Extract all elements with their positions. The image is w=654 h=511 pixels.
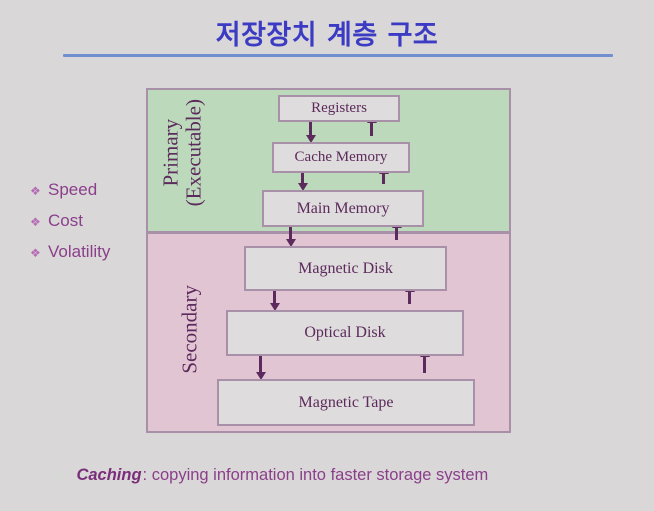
arrow-magnetic-disk-to-main bbox=[391, 220, 402, 240]
diamond-bullet-icon: ❖ bbox=[30, 184, 41, 198]
arrow-magnetic-disk-to-optical bbox=[269, 291, 280, 311]
band-label-line1: Primary bbox=[158, 118, 183, 187]
storage-hierarchy-diagram: Primary (Executable) Secondary Registers… bbox=[146, 88, 511, 433]
diamond-bullet-icon: ❖ bbox=[30, 215, 41, 229]
attribute-bullet-list: ❖ Speed ❖ Cost ❖ Volatility bbox=[30, 180, 150, 273]
title-underline-rule bbox=[63, 54, 613, 57]
bullet-label: Cost bbox=[48, 211, 83, 230]
bullet-item-cost: ❖ Cost bbox=[30, 211, 150, 231]
node-magnetic-tape[interactable]: Magnetic Tape bbox=[217, 379, 475, 426]
diamond-bullet-icon: ❖ bbox=[30, 246, 41, 260]
star-bullet-icon: ☆ bbox=[53, 467, 67, 484]
node-optical-disk[interactable]: Optical Disk bbox=[226, 310, 464, 356]
arrow-cache-to-registers bbox=[366, 115, 377, 136]
arrow-cache-to-main bbox=[297, 173, 308, 191]
node-main-memory[interactable]: Main Memory bbox=[262, 190, 424, 227]
arrow-main-to-cache bbox=[378, 166, 389, 184]
node-magnetic-disk[interactable]: Magnetic Disk bbox=[244, 246, 447, 291]
slide-canvas: 저장장치 계층 구조 ❖ Speed ❖ Cost ❖ Volatility P… bbox=[0, 0, 654, 511]
bullet-item-speed: ❖ Speed bbox=[30, 180, 150, 200]
arrow-registers-to-cache bbox=[305, 122, 316, 143]
caption-term: Caching bbox=[76, 466, 142, 484]
bullet-label: Speed bbox=[48, 180, 98, 199]
page-title: 저장장치 계층 구조 bbox=[215, 20, 439, 51]
arrow-optical-to-magnetic-disk bbox=[404, 284, 415, 304]
node-registers[interactable]: Registers bbox=[278, 95, 400, 122]
bullet-label: Volatility bbox=[48, 242, 111, 261]
node-cache-memory[interactable]: Cache Memory bbox=[272, 142, 410, 173]
caching-caption: ☆ Caching : copying information into fas… bbox=[53, 466, 488, 485]
caption-description: : copying information into faster storag… bbox=[142, 466, 489, 484]
band-label-line2: (Executable) bbox=[181, 99, 205, 207]
arrow-magnetic-tape-to-optical bbox=[419, 349, 430, 373]
band-label-primary: Primary (Executable) bbox=[158, 93, 205, 213]
arrow-optical-to-magnetic-tape bbox=[255, 356, 266, 380]
arrow-main-to-magnetic-disk bbox=[285, 227, 296, 247]
band-label-secondary: Secondary bbox=[177, 285, 202, 374]
bullet-item-volatility: ❖ Volatility bbox=[30, 242, 150, 262]
